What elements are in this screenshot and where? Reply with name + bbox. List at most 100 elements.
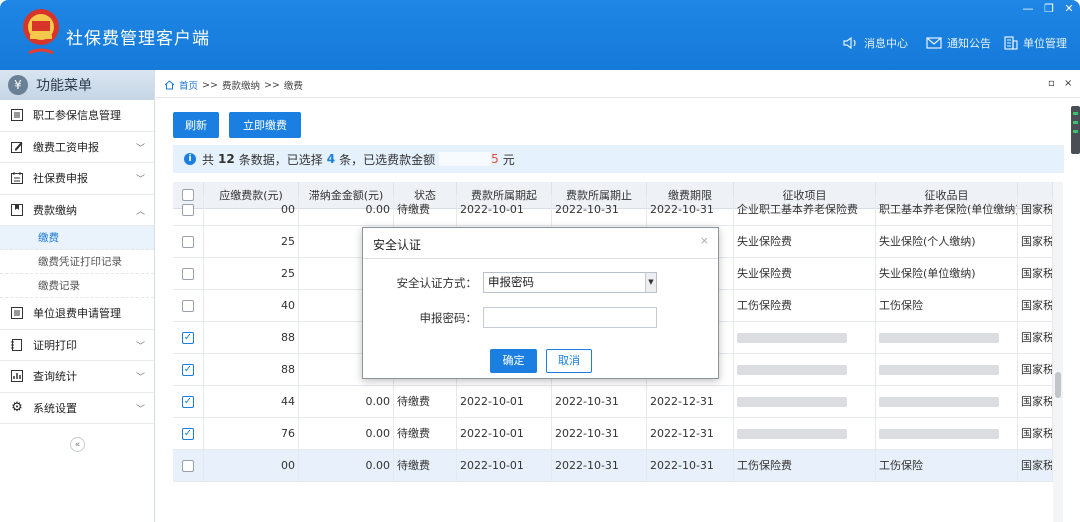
cell-item: 企业职工基本养老保险费 [734, 194, 876, 226]
row-checkbox[interactable]: ✓ [182, 364, 194, 376]
row-checkbox[interactable]: ✓ [182, 396, 194, 408]
row-checkbox[interactable] [182, 460, 194, 472]
dropdown-arrow-icon[interactable]: ▼ [645, 273, 656, 292]
redacted-text [737, 429, 847, 439]
table-row[interactable]: ✓ 76 0.00 待缴费 2022-10-01 2022-10-31 2022-12-31… [173, 418, 1053, 450]
table-row[interactable]: 00 0.00 待缴费 2022-10-01 2022-10-31 2022-10-31 企… [173, 194, 1053, 226]
yen-icon: ¥ [8, 74, 28, 95]
sidebar-item-employee-insurance[interactable]: 职工参保信息管理 [0, 100, 154, 132]
sidebar-item-query-statistics[interactable]: 查询统计 ﹀ [0, 361, 154, 393]
auth-method-select[interactable]: 申报密码 ▼ [483, 272, 657, 293]
cell-end: 2022-10-31 [552, 450, 647, 482]
cell-item: 失业保险费 [734, 258, 876, 290]
panel-close-button[interactable]: × [1064, 78, 1072, 89]
cell-amount: 00 [204, 194, 299, 226]
restore-button[interactable]: ❐ [1042, 2, 1056, 15]
side-dock-handle[interactable] [1071, 106, 1080, 154]
cell-item: 失业保险费 [734, 226, 876, 258]
message-center-label: 消息中心 [864, 37, 908, 50]
table-row[interactable]: ✓ 44 0.00 待缴费 2022-10-01 2022-10-31 2022-12-31… [173, 386, 1053, 418]
auth-method-label: 安全认证方式： [396, 276, 478, 290]
cell-amount: 40 [204, 290, 299, 322]
sidebar-subitem-pay[interactable]: 缴费 [0, 226, 154, 250]
cell-amount: 88 [204, 322, 299, 354]
sidebar-item-wage-declaration[interactable]: 缴费工资申报 ﹀ [0, 132, 154, 163]
building-icon [1004, 36, 1018, 50]
table-row[interactable]: 00 0.00 待缴费 2022-10-01 2022-10-31 2022-10-31 工… [173, 450, 1053, 482]
redacted-text [879, 429, 999, 439]
app-title: 社保费管理客户端 [66, 29, 210, 49]
minimize-button[interactable]: — [1021, 2, 1035, 15]
mail-icon [926, 37, 942, 49]
cell-extra: 国家税 [1018, 354, 1053, 386]
refresh-button[interactable]: 刷新 [173, 112, 219, 138]
edit-icon [11, 141, 23, 153]
chevron-down-icon: ﹀ [135, 143, 145, 154]
chevron-down-icon: ﹀ [135, 373, 145, 383]
summary-prefix: 共 [202, 152, 215, 167]
sidebar-item-refund-management[interactable]: 单位退费申请管理 [0, 298, 154, 330]
sidebar-item-social-fee-declaration[interactable]: 社保费申报 ﹀ [0, 163, 154, 195]
row-checkbox-cell [173, 258, 204, 290]
summary-mid: 条数据，已选择 [238, 152, 323, 167]
cell-end: 2022-10-31 [552, 418, 647, 450]
row-checkbox[interactable] [182, 204, 194, 216]
document-icon [11, 338, 23, 351]
cell-extra: 国家税 [1018, 450, 1053, 482]
panel-restore-button[interactable]: ▫ [1048, 78, 1055, 89]
auth-method-value: 申报密码 [488, 275, 534, 289]
row-checkbox[interactable]: ✓ [182, 332, 194, 344]
redacted-text [879, 397, 999, 407]
cancel-button[interactable]: 取消 [546, 349, 592, 373]
row-checkbox-cell [173, 194, 204, 226]
bar-chart-icon [11, 370, 23, 383]
breadcrumb-separator: >> [263, 79, 280, 91]
cell-amount: 00 [204, 450, 299, 482]
row-checkbox-cell: ✓ [173, 354, 204, 386]
pay-now-button[interactable]: 立即缴费 [229, 112, 301, 138]
dialog-close-icon[interactable]: × [700, 234, 709, 247]
sidebar-subitem-payment-records[interactable]: 缴费记录 [0, 274, 154, 298]
gear-icon: ⚙ [11, 400, 23, 416]
cell-subitem: 职工基本养老保险(单位缴纳) [876, 194, 1018, 226]
cell-end: 2022-10-31 [552, 194, 647, 226]
sidebar-subitem-receipt-print-records[interactable]: 缴费凭证打印记录 [0, 250, 154, 274]
cell-deadline: 2022-12-31 [647, 418, 734, 450]
amount-unit: 元 [502, 152, 515, 167]
redacted-text [737, 397, 847, 407]
dialog-divider [363, 258, 718, 259]
sidebar-item-system-settings[interactable]: ⚙ 系统设置 ﹀ [0, 393, 154, 424]
sidebar-item-fee-payment[interactable]: 费款缴纳 ︿ [0, 195, 154, 226]
table-scrollbar[interactable] [1053, 182, 1063, 522]
row-checkbox-cell: ✓ [173, 386, 204, 418]
unit-management-link[interactable]: 单位管理 [1004, 34, 1067, 52]
row-checkbox[interactable] [182, 300, 194, 312]
notice-link[interactable]: 通知公告 [926, 34, 991, 52]
confirm-button[interactable]: 确定 [490, 349, 537, 373]
chevron-up-icon: ︿ [135, 206, 145, 217]
breadcrumb-home[interactable]: 首页 [179, 78, 198, 92]
sidebar-item-certificate-print[interactable]: 证明打印 ﹀ [0, 330, 154, 361]
sidebar-item-label: 单位退费申请管理 [33, 307, 121, 321]
total-count: 12 [218, 152, 235, 166]
cell-extra: 国家税 [1018, 226, 1053, 258]
cell-start: 2022-10-01 [457, 450, 552, 482]
password-input[interactable] [483, 307, 657, 328]
row-checkbox-cell: ✓ [173, 322, 204, 354]
breadcrumb-fee-payment[interactable]: 费款缴纳 [222, 78, 260, 92]
password-label: 申报密码： [419, 311, 478, 325]
row-checkbox-cell [173, 290, 204, 322]
cell-deadline: 2022-10-31 [647, 194, 734, 226]
row-checkbox[interactable] [182, 268, 194, 280]
selection-summary-bar: i 共 12 条数据，已选择 4 条，已选费款金额 5 元 [173, 145, 1064, 173]
close-window-button[interactable]: ✕ [1062, 2, 1076, 15]
row-checkbox[interactable]: ✓ [182, 428, 194, 440]
scrollbar-thumb[interactable] [1055, 372, 1061, 398]
cell-start: 2022-10-01 [457, 418, 552, 450]
cell-start: 2022-10-01 [457, 194, 552, 226]
collapse-sidebar-button[interactable]: « [70, 437, 85, 452]
app-window: 社保费管理客户端 — ❐ ✕ 消息中心 通知公告 单位管理 ¥ 功能菜单 职工参… [0, 0, 1080, 522]
message-center-link[interactable]: 消息中心 [843, 34, 908, 52]
row-checkbox[interactable] [182, 236, 194, 248]
breadcrumb: 首页 >> 费款缴纳 >> 缴费 [164, 78, 303, 92]
